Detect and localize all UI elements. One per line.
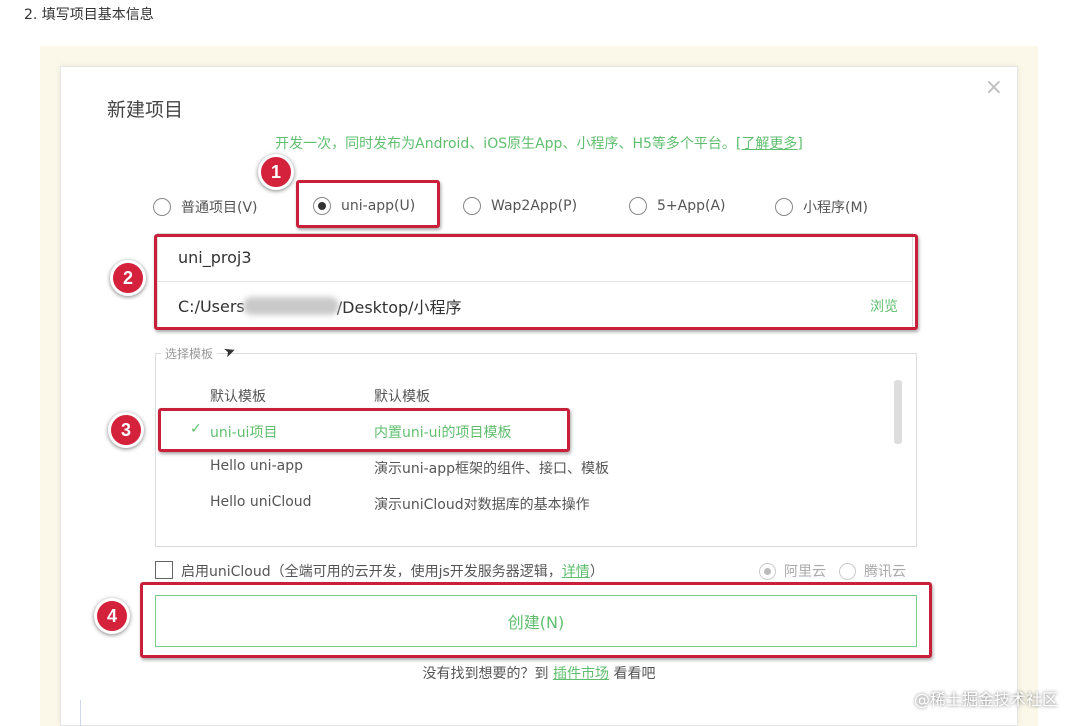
radio-circle-icon — [775, 198, 793, 216]
annotation-box-2 — [154, 234, 918, 330]
close-icon[interactable]: × — [985, 75, 1003, 100]
provider-tencent[interactable]: 腾讯云 — [839, 561, 906, 581]
radio-selected-icon — [759, 562, 776, 580]
watermark: @稀土掘金技术社区 — [913, 690, 1058, 709]
divider — [80, 700, 81, 726]
radio-wap2app[interactable]: Wap2App(P) — [463, 197, 577, 215]
unicloud-close-paren: ） — [589, 564, 604, 580]
radio-mini-program[interactable]: 小程序(M) — [775, 197, 868, 217]
radio-circle-icon — [463, 197, 481, 215]
annotation-badge-4: 4 — [94, 598, 130, 634]
provider-label: 阿里云 — [784, 564, 826, 580]
annotation-badge-1: 1 — [258, 154, 294, 190]
unicloud-label: 启用uniCloud（全端可用的云开发，使用js开发服务器逻辑，详情） — [181, 561, 604, 581]
template-item-hello-uni-app[interactable]: Hello uni-app 演示uni-app框架的组件、接口、模板 — [156, 452, 886, 482]
annotation-box-1 — [296, 180, 440, 228]
radio-label: Wap2App(P) — [491, 198, 578, 214]
unicloud-row: 启用uniCloud（全端可用的云开发，使用js开发服务器逻辑，详情） 阿里云 … — [155, 561, 917, 581]
radio-circle-icon — [839, 562, 856, 580]
tagline: 开发一次，同时发布为Android、iOS原生App、小程序、H5等多个平台。[… — [61, 133, 1017, 153]
radio-label: 5+App(A) — [657, 198, 726, 214]
project-type-group: 普通项目(V) uni-app(U) Wap2App(P) 5+App(A) 小… — [153, 195, 893, 221]
annotation-box-3 — [158, 408, 570, 452]
radio-5plus-app[interactable]: 5+App(A) — [629, 197, 726, 215]
provider-aliyun[interactable]: 阿里云 — [759, 561, 826, 581]
footer-prefix: 没有找到想要的？到 — [422, 666, 549, 682]
template-legend: 选择模板 — [161, 345, 218, 362]
radio-label: 普通项目(V) — [181, 200, 258, 216]
unicloud-checkbox[interactable] — [155, 561, 173, 579]
annotation-badge-2: 2 — [110, 260, 146, 296]
footer-hint: 没有找到想要的？到 插件市场 看看吧 — [61, 663, 1017, 683]
template-desc: 演示uniCloud对数据库的基本操作 — [374, 497, 590, 513]
template-item-hello-unicloud[interactable]: Hello uniCloud 演示uniCloud对数据库的基本操作 — [156, 488, 886, 518]
plugin-market-link[interactable]: 插件市场 — [553, 666, 609, 682]
dialog-title: 新建项目 — [107, 99, 184, 121]
unicloud-details-link[interactable]: 详情 — [562, 564, 590, 580]
radio-circle-icon — [153, 198, 171, 216]
radio-normal-project[interactable]: 普通项目(V) — [153, 197, 258, 217]
template-item-default[interactable]: 默认模板 默认模板 — [156, 380, 886, 410]
learn-more-link[interactable]: [了解更多] — [736, 136, 803, 152]
annotation-box-4 — [140, 582, 932, 658]
radio-circle-icon — [629, 197, 647, 215]
annotation-badge-3: 3 — [108, 412, 144, 448]
template-name: Hello uni-app — [210, 458, 303, 474]
template-name: 默认模板 — [210, 389, 266, 405]
template-desc: 演示uni-app框架的组件、接口、模板 — [374, 461, 610, 477]
template-name: Hello uniCloud — [210, 494, 312, 510]
template-scrollbar[interactable] — [894, 380, 902, 444]
template-desc: 默认模板 — [374, 389, 430, 405]
step-heading: 2. 填写项目基本信息 — [24, 7, 154, 23]
radio-label: 小程序(M) — [803, 200, 869, 216]
provider-label: 腾讯云 — [864, 564, 906, 580]
unicloud-text: 启用uniCloud（全端可用的云开发，使用js开发服务器逻辑， — [181, 564, 562, 580]
tagline-text: 开发一次，同时发布为Android、iOS原生App、小程序、H5等多个平台。 — [275, 136, 736, 152]
footer-suffix: 看看吧 — [613, 666, 656, 682]
